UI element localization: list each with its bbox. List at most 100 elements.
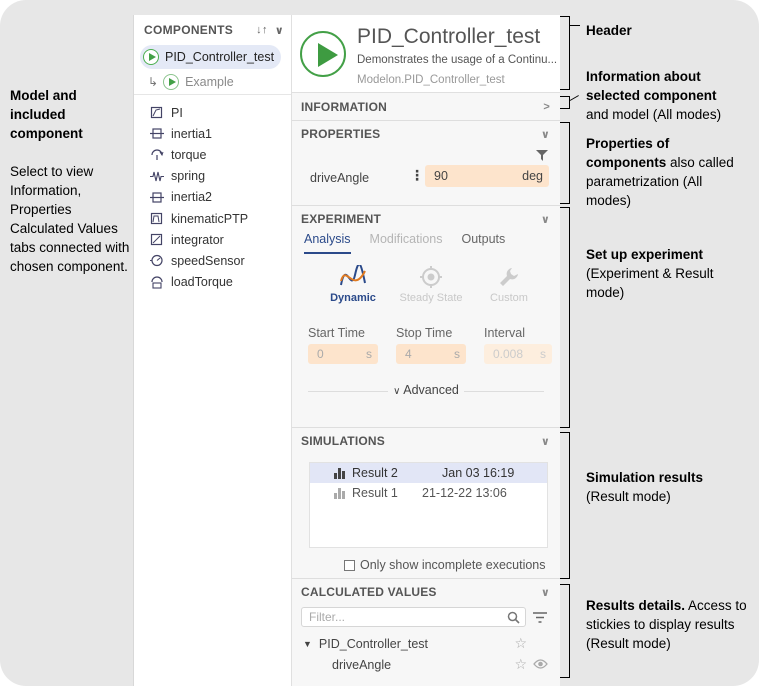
inertia-icon bbox=[150, 192, 164, 203]
information-header[interactable]: INFORMATION > bbox=[292, 93, 560, 121]
filter-input[interactable]: Filter... bbox=[301, 607, 526, 627]
component-item[interactable]: integrator bbox=[134, 229, 291, 250]
component-label: loadTorque bbox=[171, 275, 233, 290]
component-item[interactable]: speedSensor bbox=[134, 250, 291, 271]
eye-icon[interactable] bbox=[533, 658, 548, 670]
search-icon[interactable] bbox=[507, 611, 520, 624]
note-simulations: Simulation results (Result mode) bbox=[586, 468, 746, 506]
component-item[interactable]: PI bbox=[134, 102, 291, 123]
note-experiment: Set up experiment (Experiment & Result m… bbox=[586, 245, 746, 302]
component-item[interactable]: inertia1 bbox=[134, 123, 291, 144]
component-label: inertia2 bbox=[171, 190, 212, 205]
bracket-header bbox=[560, 16, 570, 90]
note-header: Header bbox=[586, 21, 632, 40]
tree-item-example-label: Example bbox=[185, 74, 234, 89]
inertia-icon bbox=[150, 128, 164, 139]
stop-time-unit: s bbox=[454, 347, 460, 361]
model-header: PID_Controller_test Demonstrates the usa… bbox=[292, 15, 560, 93]
chevron-right-icon[interactable]: > bbox=[543, 101, 550, 113]
filter-icon[interactable] bbox=[536, 150, 548, 161]
component-list: PI inertia1 torque spring inertia2 kinem… bbox=[134, 95, 291, 293]
tree-item-model[interactable]: PID_Controller_test bbox=[140, 45, 281, 69]
experiment-tabs: Analysis Modifications Outputs bbox=[292, 232, 560, 254]
stop-time-input[interactable]: 4 s bbox=[396, 344, 466, 364]
experiment-title: EXPERIMENT bbox=[301, 212, 382, 226]
filter-placeholder: Filter... bbox=[309, 610, 346, 624]
target-icon bbox=[392, 262, 470, 292]
note-exp-body: (Experiment & Result mode) bbox=[586, 266, 714, 300]
model-description: Demonstrates the usage of a Continu... bbox=[357, 54, 557, 66]
chevron-down-icon[interactable]: ∨ bbox=[541, 128, 550, 141]
experiment-section: EXPERIMENT ∨ Analysis Modifications Outp… bbox=[292, 206, 560, 428]
experiment-header[interactable]: EXPERIMENT ∨ bbox=[292, 206, 560, 232]
more-vertical-icon[interactable]: ⋮ bbox=[410, 167, 424, 184]
calc-tree-leaf[interactable]: driveAngle ☆ bbox=[292, 654, 560, 675]
simulations-header[interactable]: SIMULATIONS ∨ bbox=[292, 428, 560, 454]
calc-root-label: PID_Controller_test bbox=[318, 636, 428, 651]
dynamic-wave-icon bbox=[314, 262, 392, 292]
mode-steady-state-label: Steady State bbox=[399, 292, 463, 304]
time-settings: Start Time 0 s Stop Time 4 s Interval 0.… bbox=[292, 326, 560, 364]
simulation-row[interactable]: Result 2 Jan 03 16:19 bbox=[310, 463, 547, 483]
stop-time-group: Stop Time 4 s bbox=[396, 326, 484, 364]
chevron-down-icon[interactable]: ∨ bbox=[541, 586, 550, 599]
simulation-name: Result 1 bbox=[352, 486, 398, 500]
component-label: spring bbox=[171, 169, 206, 184]
advanced-toggle[interactable]: ∨ Advanced bbox=[292, 383, 560, 399]
properties-title: PROPERTIES bbox=[301, 127, 381, 141]
caret-down-icon[interactable]: ▼ bbox=[303, 639, 312, 649]
component-item[interactable]: loadTorque bbox=[134, 272, 291, 293]
interval-value: 0.008 bbox=[493, 347, 524, 361]
speed-sensor-icon bbox=[150, 255, 163, 267]
property-row: driveAngle ⋮ 90 deg bbox=[292, 161, 560, 193]
simulation-date: 21-12-22 13:06 bbox=[422, 486, 507, 500]
model-path: Modelon.PID_Controller_test bbox=[357, 74, 505, 86]
property-value-input[interactable]: 90 deg bbox=[425, 165, 549, 187]
incomplete-filter[interactable]: Only show incomplete executions bbox=[292, 558, 560, 572]
mode-dynamic[interactable]: Dynamic bbox=[314, 262, 392, 318]
mode-steady-state[interactable]: Steady State bbox=[392, 262, 470, 318]
filter-lines-icon[interactable] bbox=[533, 611, 547, 623]
play-icon bbox=[163, 73, 180, 90]
note-props-title: Properties of components bbox=[586, 136, 670, 170]
chevron-down-icon[interactable]: ∨ bbox=[541, 435, 550, 448]
mode-custom-label: Custom bbox=[490, 292, 528, 304]
star-icon[interactable]: ☆ bbox=[514, 656, 527, 673]
tab-outputs[interactable]: Outputs bbox=[462, 232, 506, 254]
note-info-body: and model (All modes) bbox=[586, 107, 722, 122]
calculated-values-header[interactable]: CALCULATED VALUES ∨ bbox=[292, 579, 560, 605]
simulation-row[interactable]: Result 1 21-12-22 13:06 bbox=[310, 483, 547, 503]
properties-header[interactable]: PROPERTIES ∨ bbox=[292, 121, 560, 147]
stop-time-label: Stop Time bbox=[396, 326, 453, 340]
incomplete-checkbox[interactable] bbox=[344, 559, 355, 571]
simulations-section: SIMULATIONS ∨ Result 2 Jan 03 16:19 Resu… bbox=[292, 428, 560, 579]
run-simulation-button[interactable] bbox=[300, 31, 346, 77]
tab-modifications[interactable]: Modifications bbox=[370, 232, 443, 254]
interval-label: Interval bbox=[484, 326, 525, 340]
chevron-down-icon[interactable]: ∨ bbox=[541, 213, 550, 226]
note-res-title: Results details. bbox=[586, 598, 686, 613]
star-icon[interactable]: ☆ bbox=[514, 635, 527, 652]
interval-input[interactable]: 0.008 s bbox=[484, 344, 552, 364]
child-arrow-icon: ↳ bbox=[148, 74, 159, 89]
component-label: inertia1 bbox=[171, 126, 212, 141]
details-panel: PID_Controller_test Demonstrates the usa… bbox=[292, 15, 560, 686]
component-item[interactable]: inertia2 bbox=[134, 187, 291, 208]
incomplete-label: Only show incomplete executions bbox=[360, 558, 546, 572]
start-time-input[interactable]: 0 s bbox=[308, 344, 378, 364]
mode-custom[interactable]: Custom bbox=[470, 262, 548, 318]
component-item[interactable]: spring bbox=[134, 166, 291, 187]
property-unit: deg bbox=[522, 169, 543, 183]
calc-tree-root[interactable]: ▼ PID_Controller_test ☆ bbox=[292, 633, 560, 654]
property-value: 90 bbox=[434, 169, 448, 183]
component-item[interactable]: kinematicPTP bbox=[134, 208, 291, 229]
chevron-down-icon[interactable]: ∨ bbox=[275, 24, 284, 37]
note-properties: Properties of components also called par… bbox=[586, 134, 746, 210]
left-annotation-body: Select to view Information, Properties C… bbox=[10, 164, 130, 274]
tree-item-example[interactable]: ↳ Example bbox=[134, 69, 291, 95]
tab-analysis[interactable]: Analysis bbox=[304, 232, 351, 254]
torque-icon bbox=[151, 149, 164, 161]
sort-icon[interactable]: ↓↑ bbox=[256, 24, 268, 36]
component-item[interactable]: torque bbox=[134, 144, 291, 165]
component-label: PI bbox=[171, 105, 183, 120]
